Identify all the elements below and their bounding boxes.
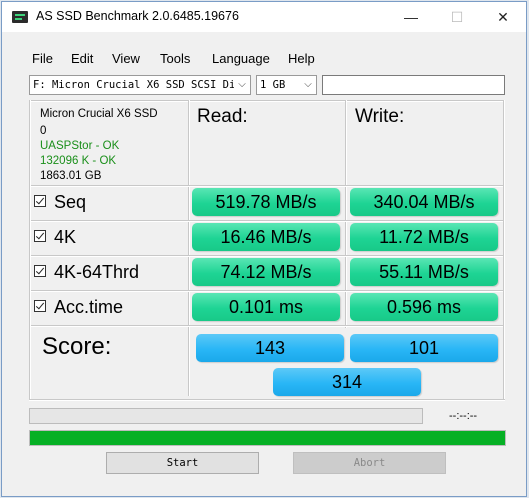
abort-button[interactable]: Abort: [293, 452, 446, 474]
divider: [345, 100, 347, 328]
4k-64thrd-write-result: 55.11 MB/s: [350, 258, 498, 286]
4k-checkbox[interactable]: [34, 230, 46, 243]
window-title: AS SSD Benchmark 2.0.6485.19676: [36, 9, 239, 23]
size-select[interactable]: 1 GB ⌵: [256, 75, 317, 95]
menu-view[interactable]: View: [112, 51, 140, 66]
drive-name: Micron Crucial X6 SSD: [40, 108, 158, 120]
4k-read-result: 16.46 MB/s: [192, 223, 340, 251]
seq-write-result: 340.04 MB/s: [350, 188, 498, 216]
score-write: 101: [350, 334, 498, 362]
divider: [29, 255, 505, 257]
drive-id: 0: [40, 125, 47, 137]
divider: [29, 100, 31, 399]
menu-bar: File Edit View Tools Language Help: [2, 51, 526, 72]
test-row-acc-time[interactable]: Acc.time: [34, 297, 123, 318]
acc-time-checkbox[interactable]: [34, 300, 46, 313]
chevron-down-icon: ⌵: [300, 76, 316, 94]
total-progress-fill: [30, 431, 505, 445]
drive-select[interactable]: F: Micron Crucial X6 SSD SCSI Dis ⌵: [29, 75, 251, 95]
score-read: 143: [196, 334, 344, 362]
seq-label: Seq: [54, 192, 87, 212]
divider: [29, 100, 505, 102]
4k-64thrd-checkbox[interactable]: [34, 265, 46, 278]
test-progress-bar: [29, 408, 423, 424]
4k-64thrd-read-result: 74.12 MB/s: [192, 258, 340, 286]
menu-help[interactable]: Help: [288, 51, 315, 66]
4k-64thrd-label: 4K-64Thrd: [54, 262, 140, 282]
menu-file[interactable]: File: [32, 51, 53, 66]
drive-select-value: F: Micron Crucial X6 SSD SCSI Dis: [33, 79, 242, 91]
driver-status: UASPStor - OK: [40, 140, 120, 152]
start-button[interactable]: Start: [106, 452, 259, 474]
read-header: Read:: [197, 106, 248, 127]
seq-checkbox[interactable]: [34, 195, 46, 208]
acc-time-write-result: 0.596 ms: [350, 293, 498, 321]
acc-time-label: Acc.time: [54, 297, 124, 317]
divider: [188, 100, 190, 396]
4k-write-result: 11.72 MB/s: [350, 223, 498, 251]
menu-edit[interactable]: Edit: [71, 51, 93, 66]
chevron-down-icon: ⌵: [234, 76, 250, 94]
maximize-button[interactable]: ☐: [434, 2, 480, 32]
score-total: 314: [273, 368, 421, 396]
divider: [503, 100, 505, 399]
minimize-button[interactable]: —: [388, 2, 434, 32]
elapsed-time: --:--:--: [449, 410, 478, 422]
app-icon: [12, 11, 28, 23]
title-bar[interactable]: AS SSD Benchmark 2.0.6485.19676 — ☐ ✕: [2, 2, 526, 32]
menu-tools[interactable]: Tools: [160, 51, 190, 66]
close-button[interactable]: ✕: [480, 2, 526, 32]
divider: [29, 290, 505, 292]
divider: [29, 399, 505, 401]
drive-capacity: 1863.01 GB: [40, 170, 102, 182]
test-row-seq[interactable]: Seq: [34, 192, 86, 213]
acc-time-read-result: 0.101 ms: [192, 293, 340, 321]
app-window: AS SSD Benchmark 2.0.6485.19676 — ☐ ✕ Fi…: [1, 1, 527, 497]
seq-read-result: 519.78 MB/s: [192, 188, 340, 216]
4k-label: 4K: [54, 227, 77, 247]
alignment-status: 132096 K - OK: [40, 155, 117, 167]
size-select-value: 1 GB: [260, 79, 286, 91]
total-progress-bar: [29, 430, 506, 446]
test-row-4k-64thrd[interactable]: 4K-64Thrd: [34, 262, 139, 283]
description-input[interactable]: [322, 75, 505, 95]
write-header: Write:: [355, 106, 405, 127]
divider: [29, 185, 505, 187]
divider: [29, 220, 505, 222]
test-row-4k[interactable]: 4K: [34, 227, 76, 248]
divider: [29, 325, 505, 327]
score-label: Score:: [42, 333, 112, 360]
menu-language[interactable]: Language: [212, 51, 270, 66]
